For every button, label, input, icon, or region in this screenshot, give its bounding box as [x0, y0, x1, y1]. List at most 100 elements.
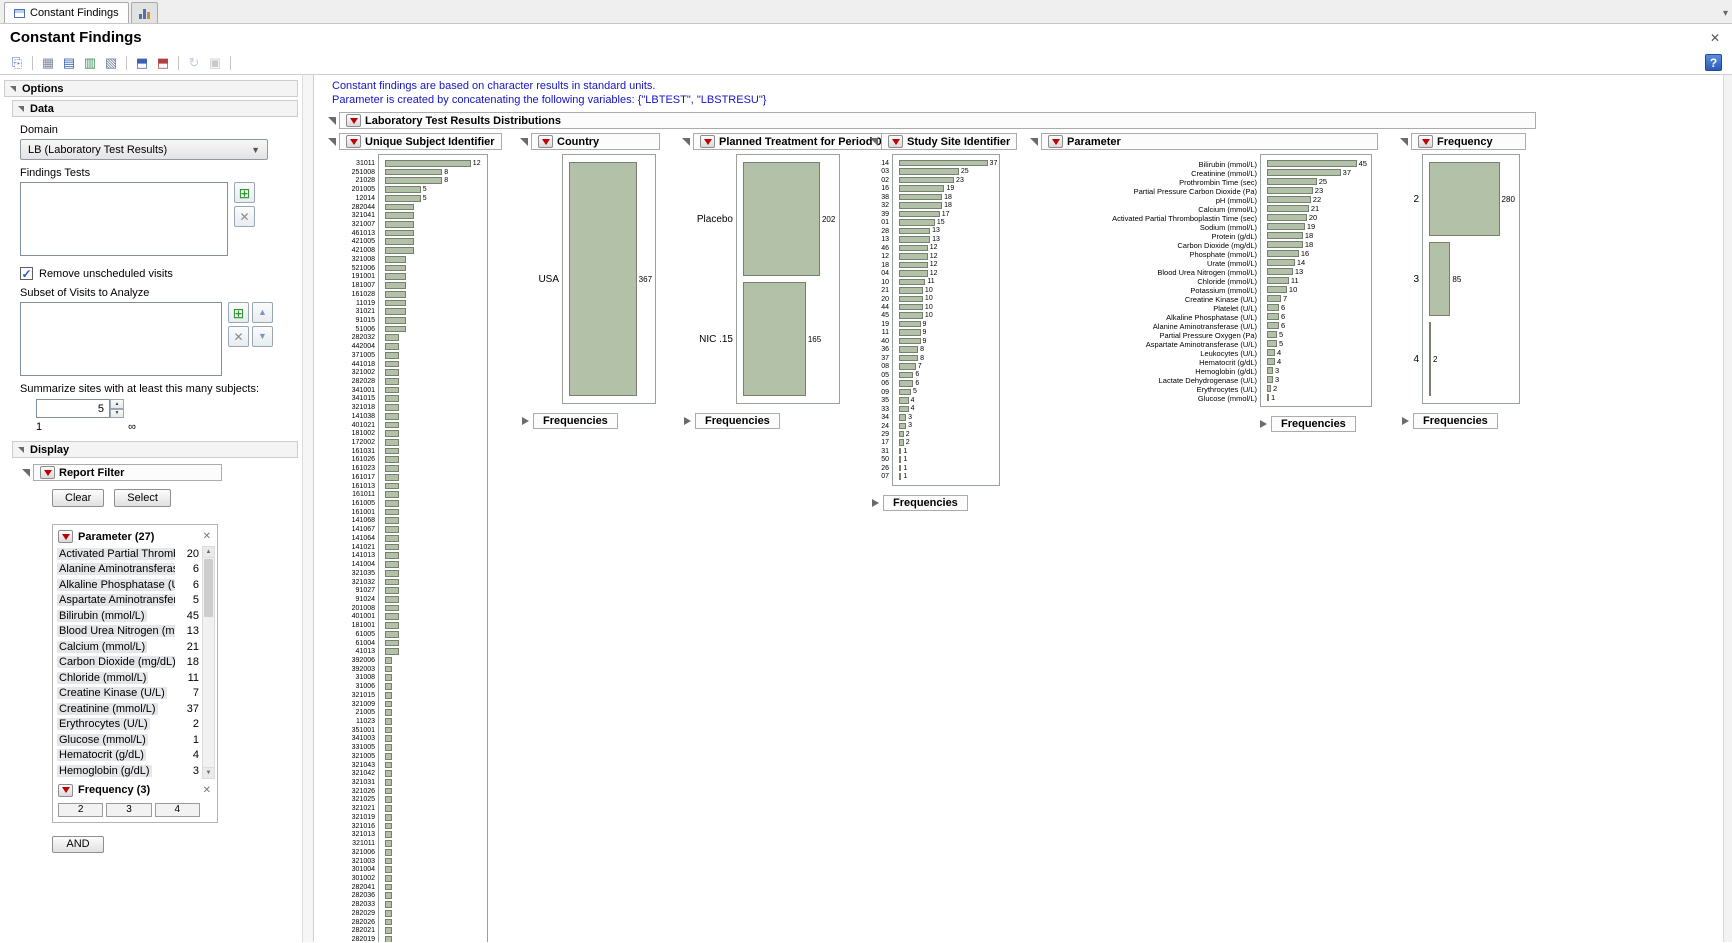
histogram-bar[interactable]	[385, 596, 399, 603]
scroll-down-icon[interactable]: ▼	[203, 767, 214, 778]
frequencies-outline[interactable]: Frequencies	[533, 413, 618, 429]
histogram-bar[interactable]	[899, 211, 940, 217]
histogram-bar[interactable]	[1267, 250, 1299, 257]
histogram-bar[interactable]	[899, 431, 904, 437]
snapshot-icon[interactable]: ▣	[206, 54, 224, 72]
red-triangle-menu-icon[interactable]	[40, 466, 55, 479]
tab-constant-findings[interactable]: Constant Findings	[4, 2, 129, 23]
histogram-bar[interactable]	[743, 282, 806, 396]
histogram-bar[interactable]	[385, 631, 399, 638]
histogram-bar[interactable]	[899, 321, 921, 327]
histogram-bar[interactable]	[385, 465, 399, 472]
histogram-bar[interactable]	[1267, 214, 1307, 221]
histogram-bar[interactable]	[385, 735, 392, 742]
frequency-value-button[interactable]: 4	[155, 803, 200, 817]
histogram-bar[interactable]	[385, 744, 392, 751]
histogram-bar[interactable]	[1267, 241, 1303, 248]
disclosure-open-icon[interactable]	[520, 138, 528, 146]
histogram-bar[interactable]	[1429, 242, 1450, 316]
histogram-bar[interactable]	[1429, 162, 1500, 236]
histogram-bar[interactable]	[899, 253, 928, 259]
histogram-bar[interactable]	[1267, 169, 1341, 176]
histogram-bar[interactable]	[385, 404, 399, 411]
histogram-bar[interactable]	[1267, 394, 1269, 401]
histogram-bar[interactable]	[1267, 385, 1271, 392]
filter-list-item[interactable]: Erythrocytes (U/L)2	[56, 717, 201, 733]
spinner-up-icon[interactable]: ▲	[110, 399, 124, 409]
histogram-bar[interactable]	[1267, 259, 1295, 266]
histogram-bar[interactable]	[1267, 313, 1279, 320]
histogram-bar[interactable]	[899, 262, 928, 268]
frequencies-outline[interactable]: Frequencies	[695, 413, 780, 429]
histogram-bar[interactable]	[899, 245, 928, 251]
disclosure-open-icon[interactable]	[22, 469, 30, 477]
histogram-bar[interactable]	[385, 796, 392, 803]
histogram-bar[interactable]	[385, 831, 392, 838]
histogram-bar[interactable]	[569, 162, 637, 396]
close-icon[interactable]: ✕	[203, 531, 213, 542]
panel-header[interactable]: Planned Treatment for Period 01	[693, 133, 895, 150]
histogram-bar[interactable]	[385, 361, 399, 368]
histogram-bar[interactable]	[385, 395, 399, 402]
remove-unscheduled-checkbox[interactable]: ✓	[20, 267, 33, 280]
histogram-bar[interactable]	[1267, 376, 1273, 383]
filter-list-item[interactable]: Alanine Aminotransferas...6	[56, 562, 201, 578]
filter-list-item[interactable]: Hemoglobin (g/dL)3	[56, 763, 201, 779]
histogram-bar[interactable]	[385, 579, 399, 586]
disclosure-closed-icon[interactable]	[684, 417, 691, 425]
histogram-bar[interactable]	[385, 727, 392, 734]
histogram-bar[interactable]	[385, 343, 399, 350]
histogram-bar[interactable]	[1267, 349, 1275, 356]
histogram-bar[interactable]	[385, 605, 399, 612]
histogram-bar[interactable]	[385, 491, 399, 498]
filter-list-item[interactable]: Calcium (mmol/L)21	[56, 639, 201, 655]
histogram-bar[interactable]	[385, 204, 414, 211]
histogram-bar[interactable]	[899, 380, 913, 386]
histogram-bar[interactable]	[385, 526, 399, 533]
subset-visits-listbox[interactable]	[20, 302, 222, 376]
histogram-bar[interactable]	[385, 195, 421, 202]
filter-item-label[interactable]: Bilirubin (mmol/L)	[57, 610, 147, 622]
histogram-bar[interactable]	[1267, 304, 1279, 311]
findings-tests-listbox[interactable]	[20, 182, 228, 256]
histogram-bar[interactable]	[385, 892, 392, 899]
filter-item-label[interactable]: Hematocrit (g/dL)	[57, 749, 146, 761]
histogram-bar[interactable]	[385, 430, 399, 437]
close-icon[interactable]: ✕	[203, 785, 213, 796]
filter-list-item[interactable]: Glucose (mmol/L)1	[56, 732, 201, 748]
histogram-bar[interactable]	[385, 334, 399, 341]
histogram-bar[interactable]	[385, 448, 399, 455]
panel-header[interactable]: Unique Subject Identifier	[339, 133, 502, 150]
histogram-bar[interactable]	[1267, 322, 1279, 329]
histogram-bar[interactable]	[899, 346, 918, 352]
histogram-bar[interactable]	[385, 674, 392, 681]
histogram-bar[interactable]	[899, 372, 913, 378]
disclosure-closed-icon[interactable]	[1260, 420, 1267, 428]
histogram-bar[interactable]	[899, 185, 944, 191]
frequencies-outline[interactable]: Frequencies	[1271, 416, 1356, 432]
histogram-bar[interactable]	[385, 762, 392, 769]
histogram-bar[interactable]	[385, 317, 406, 324]
histogram-bar[interactable]	[899, 397, 909, 403]
histogram-bar[interactable]	[385, 884, 392, 891]
filter-list-scrollbar[interactable]: ▲ ▼	[202, 546, 215, 779]
select-button[interactable]: Select	[114, 489, 171, 507]
filter-item-label[interactable]: Aspartate Aminotransfer...	[57, 594, 175, 606]
histogram-bar[interactable]	[899, 329, 921, 335]
histogram-bar[interactable]	[899, 355, 918, 361]
sidebar-scrollbar[interactable]	[302, 75, 314, 942]
histogram-bar[interactable]	[385, 439, 399, 446]
histogram-bar[interactable]	[385, 552, 399, 559]
histogram-bar[interactable]	[385, 160, 471, 167]
histogram-bar[interactable]	[1267, 187, 1313, 194]
histogram-bar[interactable]	[385, 422, 399, 429]
filter-item-label[interactable]: Carbon Dioxide (mg/dL)	[57, 656, 175, 668]
histogram-bar[interactable]	[385, 387, 399, 394]
red-triangle-menu-icon[interactable]	[1418, 135, 1433, 148]
histogram-bar[interactable]	[385, 273, 406, 280]
histogram-bar[interactable]	[899, 406, 909, 412]
filter-list-item[interactable]: Activated Partial Thromb...20	[56, 546, 201, 562]
histogram-bar[interactable]	[899, 439, 904, 445]
filter-list-item[interactable]: Carbon Dioxide (mg/dL)18	[56, 655, 201, 671]
disclosure-open-icon[interactable]	[328, 117, 336, 125]
